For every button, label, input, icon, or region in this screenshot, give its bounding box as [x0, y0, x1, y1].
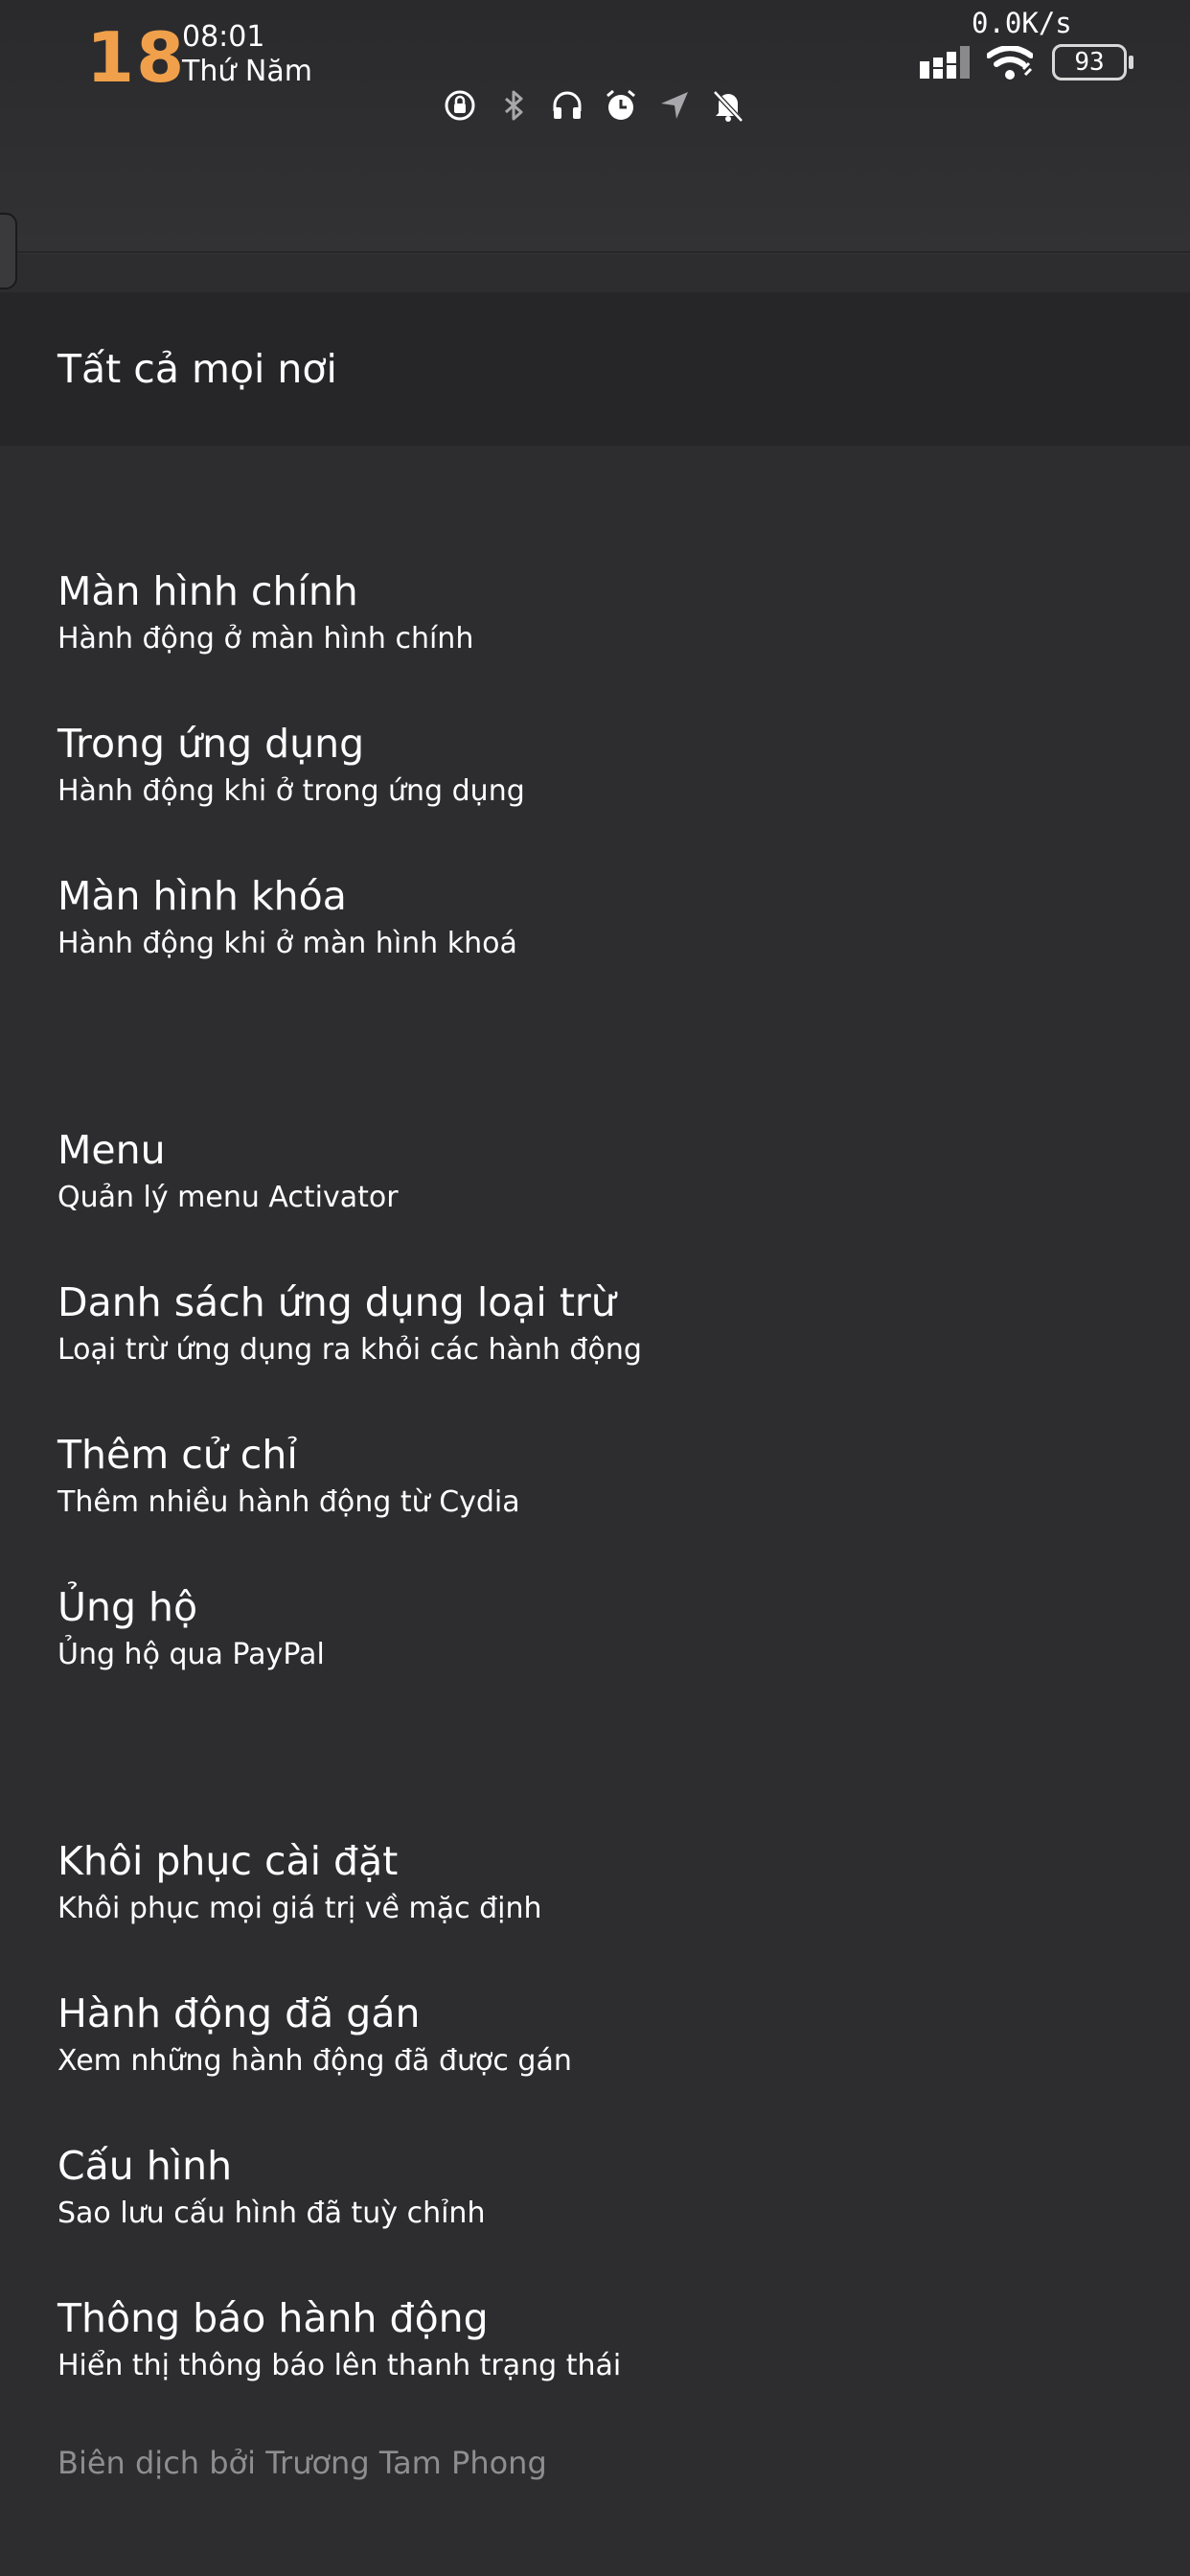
bell-off-icon [713, 90, 744, 123]
menu-item-title: Hành động đã gán [57, 1990, 421, 2036]
menu-item-excluded-apps[interactable]: Danh sách ứng dụng loại trừ Loại trừ ứng… [57, 1274, 1131, 1398]
menu-item-subtitle: Sao lưu cấu hình đã tuỳ chỉnh [57, 2196, 486, 2230]
menu-item-title: Màn hình khóa [57, 873, 347, 919]
menu-item-title: Trong ứng dụng [57, 721, 365, 767]
menu-item-title: Màn hình chính [57, 568, 358, 614]
status-day-number: 18 [86, 17, 187, 98]
menu-item-subtitle: Thêm nhiều hành động từ Cydia [57, 1485, 520, 1519]
menu-item-subtitle: Hành động ở màn hình chính [57, 622, 474, 656]
menu-item-action-notifications[interactable]: Thông báo hành động Hiển thị thông báo l… [57, 2289, 1131, 2414]
menu-item-subtitle: Xem những hành động đã được gán [57, 2044, 572, 2078]
menu-item-assigned-actions[interactable]: Hành động đã gán Xem những hành động đã … [57, 1985, 1131, 2109]
bluetooth-icon [505, 90, 523, 121]
status-weekday: Thứ Năm [182, 55, 312, 88]
menu-item-home-screen[interactable]: Màn hình chính Hành động ở màn hình chín… [57, 563, 1131, 687]
menu-item-donate[interactable]: Ủng hộ Ủng hộ qua PayPal [57, 1578, 1131, 1703]
battery-tip [1129, 56, 1133, 69]
menu-item-subtitle: Hiển thị thông báo lên thanh trạng thái [57, 2349, 622, 2382]
all-everywhere-label: Tất cả mọi nơi [57, 346, 337, 392]
menu-item-subtitle: Khôi phục mọi giá trị về mặc định [57, 1892, 542, 1925]
menu-item-subtitle: Hành động khi ở màn hình khoá [57, 927, 517, 960]
menu-item-title: Ủng hộ [57, 1584, 198, 1630]
side-drawer-handle[interactable] [0, 213, 17, 289]
wifi-icon [987, 46, 1033, 80]
menu-item-lock-screen[interactable]: Màn hình khóa Hành động khi ở màn hình k… [57, 867, 1131, 992]
status-bar: 18 08:01 Thứ Năm 0.0K/s 93 [0, 0, 1190, 254]
network-speed: 0.0K/s [972, 7, 1072, 39]
menu-item-subtitle: Loại trừ ứng dụng ra khỏi các hành động [57, 1333, 642, 1367]
menu-item-subtitle: Ủng hộ qua PayPal [57, 1638, 325, 1671]
activator-settings-screen: 18 08:01 Thứ Năm 0.0K/s 93 Tất cả mọi nơ… [0, 0, 1190, 2576]
menu-item-title: Menu [57, 1127, 166, 1173]
cellular-signal-icon [920, 46, 970, 79]
menu-item-title: Thêm cử chỉ [57, 1432, 298, 1478]
menu-item-subtitle: Hành động khi ở trong ứng dụng [57, 774, 525, 808]
menu-item-configuration[interactable]: Cấu hình Sao lưu cấu hình đã tuỳ chỉnh [57, 2137, 1131, 2262]
headphones-icon [553, 91, 582, 119]
menu-item-in-app[interactable]: Trong ứng dụng Hành động khi ở trong ứng… [57, 715, 1131, 840]
status-time: 08:01 [182, 20, 265, 54]
translator-credit: Biên dịch bởi Trương Tam Phong [57, 2445, 547, 2481]
location-icon [661, 92, 688, 119]
menu-item-title: Khôi phục cài đặt [57, 1838, 399, 1884]
alarm-icon [606, 89, 635, 120]
battery-indicator: 93 [1052, 44, 1127, 80]
menu-item-more-gestures[interactable]: Thêm cử chỉ Thêm nhiều hành động từ Cydi… [57, 1426, 1131, 1551]
menu-item-title: Cấu hình [57, 2143, 233, 2189]
battery-level: 93 [1074, 48, 1105, 77]
menu-item-title: Thông báo hành động [57, 2295, 489, 2341]
menu-item-title: Danh sách ứng dụng loại trừ [57, 1279, 616, 1325]
menu-item-subtitle: Quản lý menu Activator [57, 1181, 399, 1214]
status-icons-row [443, 88, 745, 123]
menu-item-menu[interactable]: Menu Quản lý menu Activator [57, 1121, 1131, 1246]
menu-item-reset-settings[interactable]: Khôi phục cài đặt Khôi phục mọi giá trị … [57, 1832, 1131, 1957]
all-everywhere-row[interactable]: Tất cả mọi nơi [0, 292, 1190, 446]
navbar-separator [0, 251, 1190, 253]
rotation-lock-icon [445, 90, 475, 121]
